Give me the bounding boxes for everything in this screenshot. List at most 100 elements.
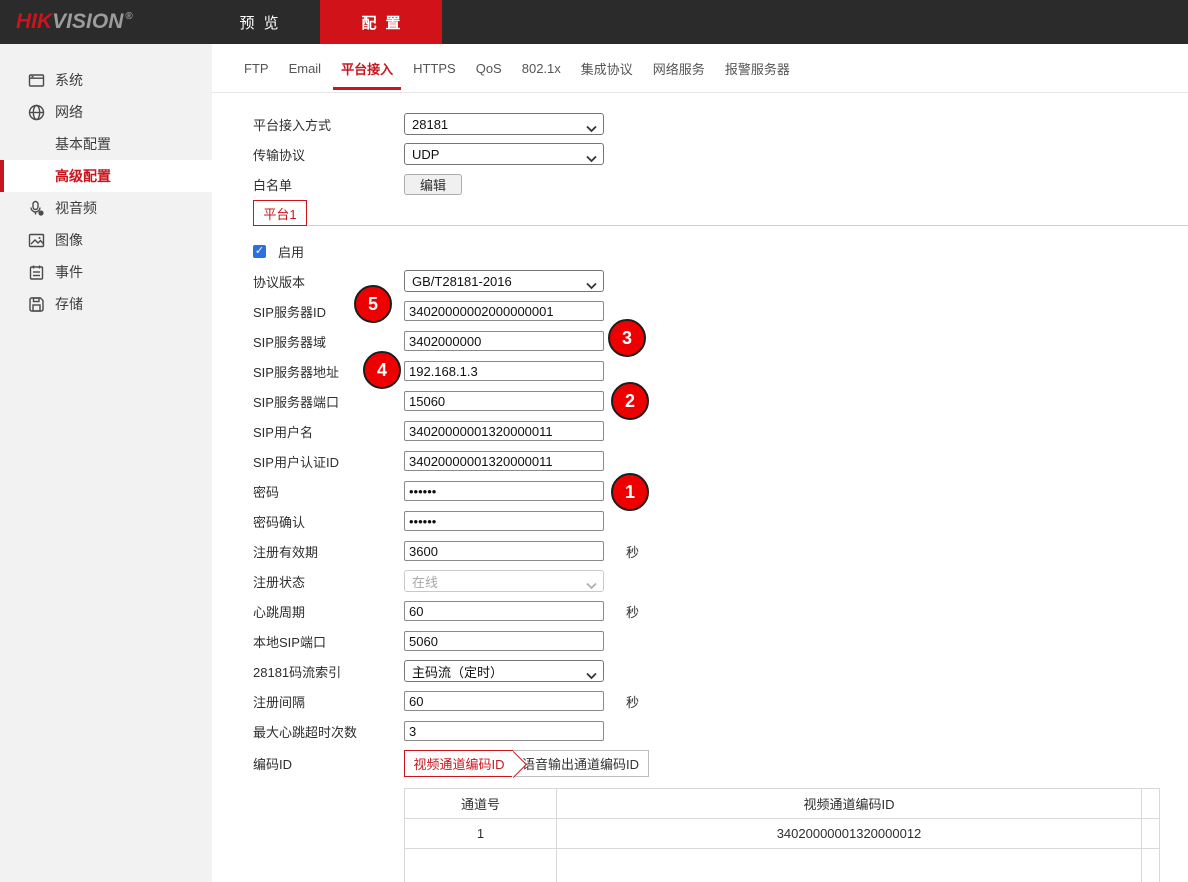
annotation-circle-5: 5 xyxy=(354,285,392,323)
form-row-sip-auth-id: SIP用户认证ID xyxy=(253,446,1188,476)
sip-server-address-input[interactable] xyxy=(404,361,604,381)
sip-username-label: SIP用户名 xyxy=(253,422,404,441)
annotation-circle-2: 2 xyxy=(611,382,649,420)
tab-email[interactable]: Email xyxy=(279,44,332,92)
sip-auth-id-label: SIP用户认证ID xyxy=(253,452,404,471)
reg-interval-unit: 秒 xyxy=(626,692,639,711)
tab-network-service[interactable]: 网络服务 xyxy=(643,44,715,92)
max-heartbeat-timeout-label: 最大心跳超时次数 xyxy=(253,722,404,741)
stream-index-label: 28181码流索引 xyxy=(253,662,404,681)
local-sip-port-input[interactable] xyxy=(404,631,604,651)
form-row-password: 密码 xyxy=(253,476,1188,506)
reg-validity-label: 注册有效期 xyxy=(253,542,404,561)
password-input[interactable] xyxy=(404,481,604,501)
storage-disk-icon xyxy=(28,296,45,313)
protocol-version-value: GB/T28181-2016 xyxy=(412,274,512,289)
sip-username-input[interactable] xyxy=(404,421,604,441)
system-icon xyxy=(28,72,45,89)
table-spacer-column xyxy=(1142,789,1160,819)
sip-server-port-label: SIP服务器端口 xyxy=(253,392,404,411)
sidebar-item-event[interactable]: 事件 xyxy=(0,256,212,288)
form-row-sip-username: SIP用户名 xyxy=(253,416,1188,446)
access-mode-select[interactable]: 28181 xyxy=(404,113,604,135)
sip-auth-id-input[interactable] xyxy=(404,451,604,471)
sip-server-domain-input[interactable] xyxy=(404,331,604,351)
sip-server-id-input[interactable] xyxy=(404,301,604,321)
heartbeat-input[interactable] xyxy=(404,601,604,621)
tab-ftp[interactable]: FTP xyxy=(234,44,279,92)
sidebar-item-system[interactable]: 系统 xyxy=(0,64,212,96)
image-icon xyxy=(28,232,45,249)
annotation-circle-1: 1 xyxy=(611,473,649,511)
sidebar-item-network[interactable]: 网络 xyxy=(0,96,212,128)
sidebar-item-label: 系统 xyxy=(55,70,83,90)
video-channel-table: 通道号 视频通道编码ID 1 34020000001320000012 xyxy=(404,788,1160,882)
sidebar-item-image[interactable]: 图像 xyxy=(0,224,212,256)
tab-integration-protocol[interactable]: 集成协议 xyxy=(571,44,643,92)
sidebar-item-label: 存储 xyxy=(55,294,83,314)
sidebar-item-label: 网络 xyxy=(55,102,83,122)
sidebar-item-storage[interactable]: 存储 xyxy=(0,288,212,320)
encoding-id-label: 编码ID xyxy=(253,754,404,773)
stream-index-select[interactable]: 主码流（定时） xyxy=(404,660,604,682)
tab-video-channel-encode-id[interactable]: 视频通道编码ID xyxy=(404,750,513,777)
protocol-version-select[interactable]: GB/T28181-2016 xyxy=(404,270,604,292)
whitelist-edit-button[interactable]: 编辑 xyxy=(404,174,462,195)
sidebar-item-basic-config[interactable]: 基本配置 xyxy=(0,128,212,160)
tab-qos[interactable]: QoS xyxy=(466,44,512,92)
topnav-preview[interactable]: 预览 xyxy=(198,0,320,44)
chevron-down-icon xyxy=(586,668,597,683)
reg-interval-input[interactable] xyxy=(404,691,604,711)
microphone-icon xyxy=(28,200,45,217)
reg-validity-input[interactable] xyxy=(404,541,604,561)
tab-8021x[interactable]: 802.1x xyxy=(512,44,571,92)
form-row-whitelist: 白名单 编辑 xyxy=(253,169,1188,199)
channel-no-header: 通道号 xyxy=(405,789,557,819)
topnav-configuration[interactable]: 配置 xyxy=(320,0,442,44)
form-row-access-mode: 平台接入方式 28181 xyxy=(253,109,1188,139)
sidebar-item-label: 图像 xyxy=(55,230,83,250)
tab-alarm-server[interactable]: 报警服务器 xyxy=(715,44,800,92)
sip-server-domain-label: SIP服务器域 xyxy=(253,332,404,351)
tab-https[interactable]: HTTPS xyxy=(403,44,466,92)
platform1-tab[interactable]: 平台1 xyxy=(253,200,307,226)
password-confirm-label: 密码确认 xyxy=(253,512,404,531)
sidebar-item-advanced-config[interactable]: 高级配置 xyxy=(0,160,212,192)
table-row[interactable]: 1 34020000001320000012 xyxy=(405,819,1160,849)
sidebar-item-audio-video[interactable]: 视音频 xyxy=(0,192,212,224)
form-row-stream-index: 28181码流索引 主码流（定时） xyxy=(253,656,1188,686)
password-confirm-input[interactable] xyxy=(404,511,604,531)
tab-video-channel-encode-id-label: 视频通道编码ID xyxy=(413,754,504,773)
logo-registered-mark: ® xyxy=(125,11,132,22)
password-label: 密码 xyxy=(253,482,404,501)
max-heartbeat-timeout-input[interactable] xyxy=(404,721,604,741)
transport-select[interactable]: UDP xyxy=(404,143,604,165)
video-encode-id-header: 视频通道编码ID xyxy=(557,789,1142,819)
heartbeat-label: 心跳周期 xyxy=(253,602,404,621)
form-row-max-heartbeat-timeout: 最大心跳超时次数 xyxy=(253,716,1188,746)
chevron-down-icon xyxy=(586,121,597,136)
access-mode-value: 28181 xyxy=(412,117,448,132)
form-row-protocol-version: 协议版本 GB/T28181-2016 xyxy=(253,266,1188,296)
tab-audio-output-channel-encode-id-label: 语音输出通道编码ID xyxy=(522,754,639,773)
annotation-circle-4: 4 xyxy=(363,351,401,389)
tab-audio-output-channel-encode-id[interactable]: 语音输出通道编码ID xyxy=(513,750,649,777)
sidebar-item-label: 基本配置 xyxy=(55,134,111,154)
platform-access-form: 平台接入方式 28181 传输协议 UDP 白名单 编辑 平台1 xyxy=(212,93,1188,882)
form-row-sip-server-domain: SIP服务器域 xyxy=(253,326,1188,356)
network-globe-icon xyxy=(28,104,45,121)
sip-server-port-input[interactable] xyxy=(404,391,604,411)
logo-vision: VISION xyxy=(52,10,123,34)
whitelist-label: 白名单 xyxy=(253,175,404,194)
annotation-circle-3: 3 xyxy=(608,319,646,357)
encoding-id-tabs: 视频通道编码ID 语音输出通道编码ID xyxy=(404,750,649,777)
tab-platform-access[interactable]: 平台接入 xyxy=(331,44,403,92)
enable-label: 启用 xyxy=(278,242,304,261)
stream-index-value: 主码流（定时） xyxy=(412,662,503,681)
sidebar-item-label: 事件 xyxy=(55,262,83,282)
form-row-sip-server-port: SIP服务器端口 xyxy=(253,386,1188,416)
reg-status-value: 在线 xyxy=(412,572,438,591)
video-encode-id-cell: 34020000001320000012 xyxy=(557,819,1142,849)
form-row-local-sip-port: 本地SIP端口 xyxy=(253,626,1188,656)
enable-checkbox[interactable]: ✓ xyxy=(253,245,266,258)
